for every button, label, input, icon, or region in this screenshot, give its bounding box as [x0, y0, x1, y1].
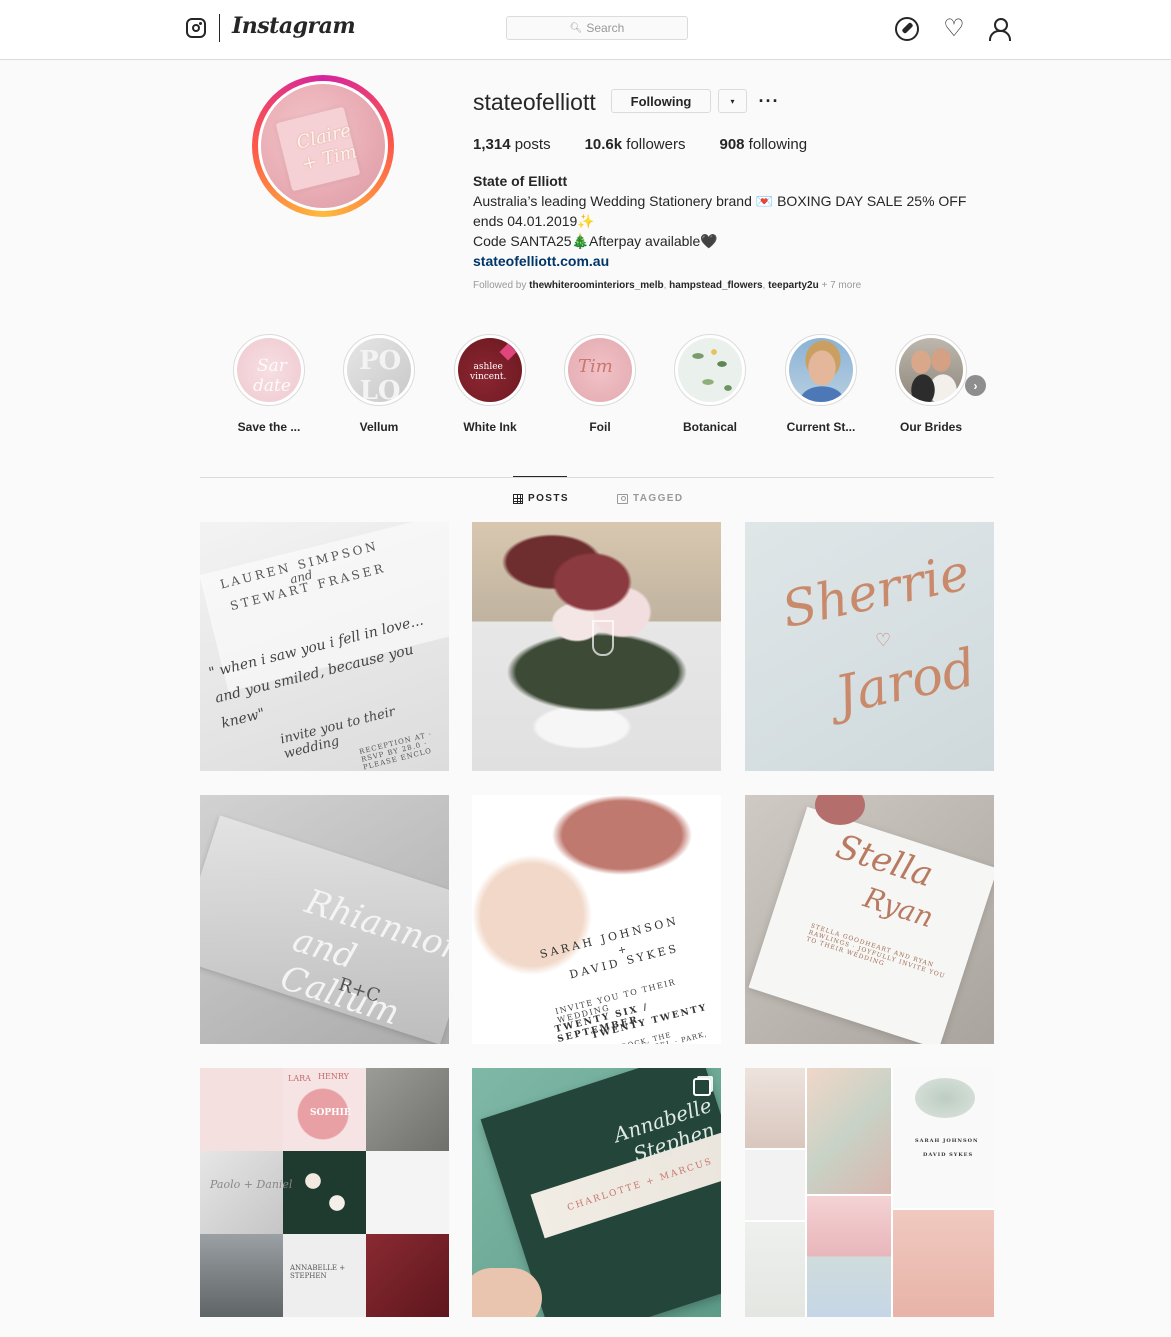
story-highlight-our-brides[interactable]: Our Brides	[886, 334, 976, 434]
highlight-label: Save the ...	[237, 420, 301, 434]
highlight-cover: Tim	[568, 338, 632, 402]
story-highlight-foil[interactable]: Tim Foil	[555, 334, 645, 434]
profile-full-name: State of Elliott	[473, 173, 568, 189]
instagram-glyph-icon[interactable]	[186, 18, 206, 38]
person-icon[interactable]	[988, 17, 1012, 41]
bio-line-2: ends 04.01.2019✨	[473, 213, 595, 229]
multiple-images-icon	[693, 1078, 711, 1096]
profile-avatar-ring[interactable]: Claire + Tim	[252, 75, 394, 217]
profile-bio: State of Elliott Australia’s leading Wed…	[473, 171, 993, 271]
post-thumbnail[interactable]	[472, 522, 721, 771]
tab-posts[interactable]: POSTS	[513, 493, 569, 504]
post-thumbnail[interactable]: Annabelle Stephen CHARLOTTE + MARCUS	[472, 1068, 721, 1317]
search-input[interactable]: 🔍︎ Search	[506, 16, 688, 40]
search-icon: 🔍︎	[569, 22, 583, 34]
post-thumbnail[interactable]: SARAH JOHNSON + DAVID SYKES INVITE YOU T…	[472, 795, 721, 1044]
highlight-cover	[678, 338, 742, 402]
highlight-label: Botanical	[682, 420, 737, 434]
tab-tagged[interactable]: TAGGED	[617, 493, 683, 504]
following-button[interactable]: Following	[611, 89, 711, 113]
post-thumbnail[interactable]: LAUREN SIMPSON and STEWART FRASER " when…	[200, 522, 449, 771]
profile-username: stateofelliott	[473, 89, 596, 115]
post-thumbnail[interactable]: Rhiannon and Callum R+C	[200, 795, 449, 1044]
bio-line-3: Code SANTA25🎄Afterpay available🖤	[473, 233, 718, 249]
highlight-label: Our Brides	[899, 420, 962, 434]
followed-by-text[interactable]: Followed by thewhiteroominteriors_melb, …	[473, 280, 861, 291]
post-thumbnail[interactable]: Sherrie ♡ Jarod	[745, 522, 994, 771]
highlight-cover: Sar date	[237, 338, 301, 402]
story-highlight-white-ink[interactable]: ashlee vincent. White Ink	[445, 334, 535, 434]
grid-icon	[513, 493, 523, 504]
profile-website-link[interactable]: stateofelliott.com.au	[473, 251, 993, 271]
search-placeholder: Search	[586, 21, 625, 35]
highlight-cover	[789, 338, 853, 402]
story-highlight-vellum[interactable]: PO LO Vellum	[334, 334, 424, 434]
active-tab-indicator	[513, 476, 567, 477]
highlight-label: Current St...	[786, 420, 856, 434]
avatar-script: Claire + Tim	[294, 120, 359, 176]
avatar: Claire + Tim	[258, 81, 388, 211]
following-count-stat[interactable]: 908 following	[719, 136, 807, 153]
compass-icon[interactable]	[895, 17, 919, 41]
instagram-wordmark[interactable]: Instagram	[232, 13, 356, 39]
post-thumbnail[interactable]: SARAH JOHNSON DAVID SYKES	[745, 1068, 994, 1317]
chevron-right-icon[interactable]: ›	[965, 375, 986, 396]
story-highlight-botanical[interactable]: Botanical	[665, 334, 755, 434]
nav-divider	[219, 14, 220, 42]
heart-icon[interactable]: ♡	[942, 17, 966, 41]
more-options-icon[interactable]: ···	[758, 90, 780, 112]
posts-count-stat: 1,314 posts	[473, 136, 551, 153]
highlight-label: Vellum	[359, 420, 399, 434]
story-highlight-save-the-date[interactable]: Sar date Save the ...	[224, 334, 314, 434]
highlight-cover: ashlee vincent.	[458, 338, 522, 402]
post-thumbnail[interactable]: LARA HENRY SOPHIE Paolo + Daniel ANNABEL…	[200, 1068, 449, 1317]
top-navigation-bar: Instagram 🔍︎ Search ♡	[0, 0, 1171, 60]
post-thumbnail[interactable]: Stella Ryan STELLA GOODHEART AND RYAN RA…	[745, 795, 994, 1044]
followers-count-stat[interactable]: 10.6k followers	[585, 136, 686, 153]
highlight-cover	[899, 338, 963, 402]
tabs-divider	[200, 477, 994, 478]
highlight-cover: PO LO	[347, 338, 411, 402]
tagged-icon	[617, 493, 628, 504]
story-highlight-current-stock[interactable]: Current St...	[776, 334, 866, 434]
suggestions-dropdown-button[interactable]: ▾	[718, 89, 747, 113]
highlight-label: Foil	[589, 420, 611, 434]
bio-line-1: Australia’s leading Wedding Stationery b…	[473, 193, 967, 209]
highlight-label: White Ink	[463, 420, 517, 434]
profile-stats: 1,314 posts 10.6k followers 908 followin…	[473, 136, 807, 153]
wine-glass-decoration	[592, 620, 614, 656]
